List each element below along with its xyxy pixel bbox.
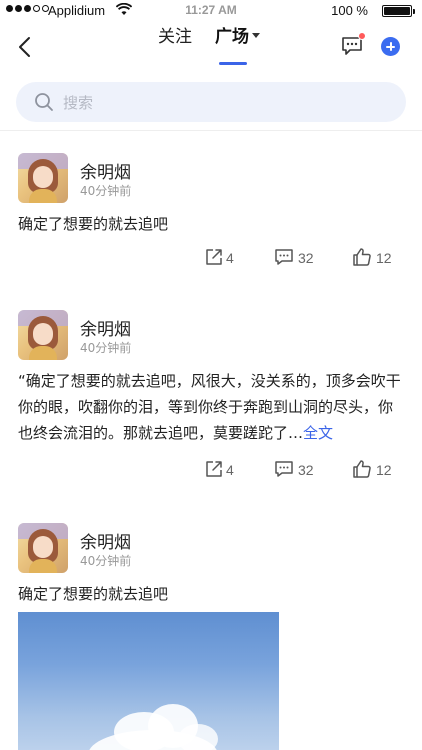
search-icon bbox=[35, 93, 53, 111]
add-post-button[interactable] bbox=[381, 37, 400, 56]
post-author[interactable]: 余明烟 bbox=[80, 315, 131, 340]
tab-square-label: 广场 bbox=[215, 27, 249, 47]
post-image[interactable] bbox=[18, 612, 279, 750]
comment-count: 32 bbox=[298, 250, 314, 266]
back-arrow-icon[interactable] bbox=[14, 34, 38, 60]
avatar[interactable] bbox=[18, 523, 68, 573]
tab-square[interactable]: 广场 bbox=[215, 22, 260, 47]
post-content-text: “确定了想要的就去追吧，风很大，没关系的，顶多会吹干你的眼，吹翻你的泪，等到你终… bbox=[18, 372, 401, 442]
comment-count: 32 bbox=[298, 462, 314, 478]
avatar[interactable] bbox=[18, 153, 68, 203]
post-actions: 4 32 12 bbox=[0, 247, 422, 269]
post-content: “确定了想要的就去追吧，风很大，没关系的，顶多会吹干你的眼，吹翻你的泪，等到你终… bbox=[18, 368, 406, 446]
post-author[interactable]: 余明烟 bbox=[80, 158, 131, 183]
post-time: 40分钟前 bbox=[80, 341, 132, 355]
comment-icon bbox=[275, 249, 293, 265]
like-count: 12 bbox=[376, 462, 392, 478]
share-count: 4 bbox=[226, 250, 234, 266]
share-count: 4 bbox=[226, 462, 234, 478]
tab-follow[interactable]: 关注 bbox=[158, 22, 192, 47]
post-time: 40分钟前 bbox=[80, 554, 132, 568]
post-content: 确定了想要的就去追吧 bbox=[18, 215, 169, 233]
avatar[interactable] bbox=[18, 310, 68, 360]
comment-icon bbox=[275, 461, 293, 477]
search-bar[interactable]: 搜索 bbox=[16, 82, 406, 122]
notification-badge bbox=[358, 32, 366, 40]
post-time: 40分钟前 bbox=[80, 184, 132, 198]
share-icon bbox=[206, 249, 222, 265]
post-content: 确定了想要的就去追吧 bbox=[18, 585, 169, 603]
battery-icon bbox=[382, 5, 415, 17]
thumbs-up-icon bbox=[353, 248, 371, 266]
battery-percentage: 100 % bbox=[331, 3, 368, 18]
thumbs-up-icon bbox=[353, 460, 371, 478]
active-tab-indicator bbox=[219, 62, 247, 65]
post-author[interactable]: 余明烟 bbox=[80, 528, 131, 553]
search-placeholder: 搜索 bbox=[63, 94, 94, 112]
share-icon bbox=[206, 461, 222, 477]
post-actions: 4 32 12 bbox=[0, 459, 422, 481]
divider bbox=[0, 130, 422, 131]
nav-bar: 关注 广场 bbox=[0, 22, 422, 72]
messages-button[interactable] bbox=[341, 32, 366, 56]
like-count: 12 bbox=[376, 250, 392, 266]
caret-down-icon bbox=[252, 32, 260, 38]
status-bar: Applidium 11:27 AM 100 % bbox=[0, 0, 422, 22]
screen: Applidium 11:27 AM 100 % 关注 广场 搜索 余明烟 40… bbox=[0, 0, 422, 750]
read-more-link[interactable]: 全文 bbox=[303, 424, 333, 442]
